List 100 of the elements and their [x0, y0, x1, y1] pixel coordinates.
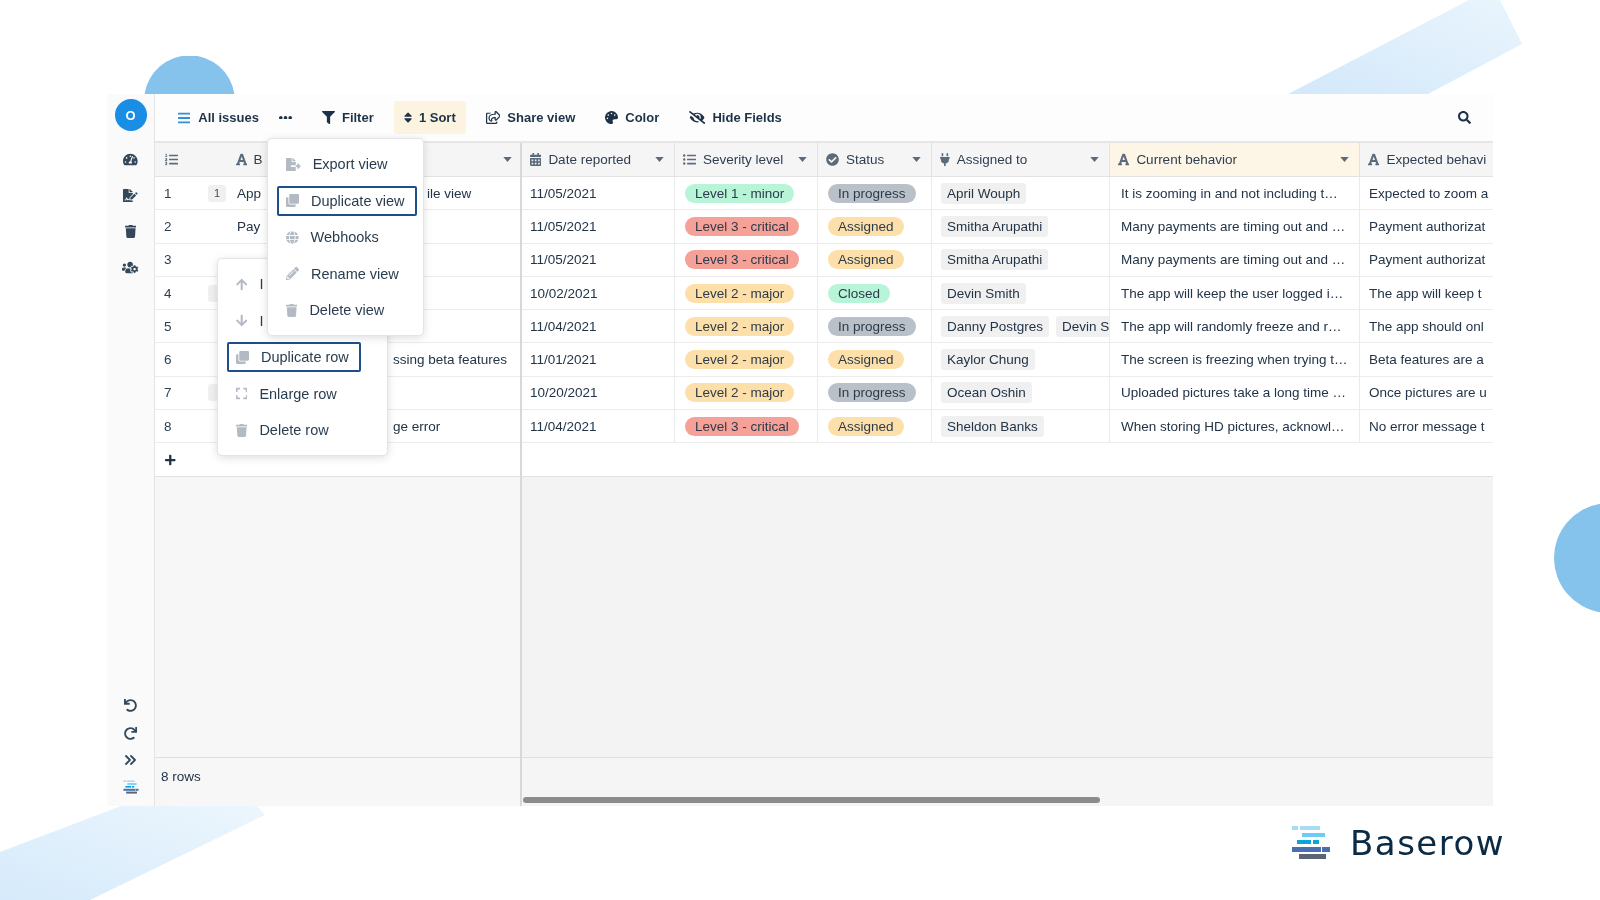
select-tag: Level 2 - major [685, 283, 795, 303]
avatar[interactable]: O [114, 99, 147, 131]
users-gear-icon[interactable] [122, 261, 139, 274]
select-tag: In progress [828, 183, 916, 203]
table-cell: 11/05/2021 [522, 177, 675, 210]
text-field-icon [1368, 153, 1380, 166]
table-cell: ile view [427, 185, 472, 201]
table-cell: Uploaded pictures take a long time … [1110, 376, 1360, 410]
linked-record-chip: Smitha Arupathi [941, 215, 1049, 237]
share-view-button[interactable]: Share view [475, 101, 586, 134]
table-cell: 11/05/2021 [522, 210, 675, 243]
table-cell: 11/04/2021 [522, 310, 675, 343]
table-cell: App [237, 185, 262, 201]
linked-record-chip: Danny Postgres [941, 315, 1050, 337]
table-cell-text: Beta features are a [1368, 351, 1485, 370]
trash-icon [286, 303, 298, 317]
menu-item[interactable]: Delete view [277, 295, 397, 325]
caret-icon[interactable] [798, 157, 807, 162]
more-icon[interactable] [278, 115, 292, 120]
select-tag: In progress [828, 316, 916, 336]
horizontal-scrollbar[interactable] [523, 797, 1100, 803]
menu-item[interactable]: Rename view [277, 258, 411, 289]
row-number: 4 [164, 285, 172, 301]
caret-icon[interactable] [655, 157, 664, 162]
select-tag: Closed [828, 283, 891, 303]
linked-record-chip: Smitha Arupathi [941, 249, 1049, 271]
logo-text: Baserow [1350, 825, 1506, 860]
arrow-down-icon [236, 314, 248, 327]
select-tag: Level 2 - major [685, 350, 795, 370]
arrow-up-icon [236, 277, 248, 291]
color-button[interactable]: Color [595, 101, 670, 134]
undo-icon[interactable] [124, 699, 137, 712]
table-cell-text: Payment authorizat [1368, 217, 1487, 236]
trash-icon [236, 423, 248, 437]
table-cell: The screen is freezing when trying t… [1110, 343, 1360, 376]
view-selector[interactable]: All issues [168, 101, 259, 134]
plus-icon[interactable] [165, 453, 176, 466]
select-tag: Assigned [828, 350, 904, 370]
table-cell: 10/02/2021 [522, 276, 675, 310]
double-chevron-icon[interactable] [125, 755, 136, 765]
list-icon [683, 153, 696, 166]
bars-icon [178, 110, 191, 125]
filter-button[interactable]: Filter [311, 101, 384, 134]
menu-item[interactable]: Export view [277, 149, 400, 179]
table-cell-text: The app will keep t [1368, 284, 1483, 303]
hide-fields-button[interactable]: Hide Fields [679, 101, 792, 134]
select-tag: Level 1 - minor [685, 183, 795, 203]
sort-button[interactable]: 1 Sort [393, 101, 466, 134]
select-tag: In progress [828, 383, 916, 403]
table-cell-text: Expected to zoom a [1368, 184, 1490, 203]
redo-icon[interactable] [124, 727, 137, 740]
text-field-icon [1118, 153, 1130, 166]
table-cell: 11/04/2021 [522, 410, 675, 443]
linked-record-chip: Ocean Oshin [941, 382, 1032, 404]
logo-icon [122, 780, 139, 794]
table-cell: 11/01/2021 [522, 343, 675, 376]
caret-icon[interactable] [1340, 157, 1349, 162]
select-tag: Level 2 - major [685, 316, 795, 336]
row-number: 5 [164, 318, 172, 334]
menu-item[interactable]: Webhooks [277, 222, 391, 252]
table-cell: 10/20/2021 [522, 376, 675, 410]
numbered-list-icon [165, 153, 178, 166]
row-number: 2 [164, 218, 172, 234]
eye-slash-icon [689, 111, 706, 124]
select-tag: Assigned [828, 216, 904, 236]
select-tag: Level 3 - critical [685, 250, 799, 270]
select-tag: Assigned [828, 250, 904, 270]
linked-record-chip: Devin Smith [941, 282, 1026, 304]
duplicate-icon [286, 194, 299, 207]
table-cell: Many payments are timing out and … [1110, 243, 1360, 276]
linked-record-chip: Devin S [1056, 315, 1109, 337]
gauge-icon[interactable] [123, 153, 138, 166]
trash-icon[interactable] [124, 225, 137, 238]
table-cell: Pay [237, 218, 261, 234]
column-header[interactable]: Current behavior [1110, 143, 1360, 176]
table-cell-text: No error message t [1368, 417, 1486, 436]
calendar-icon [530, 153, 542, 166]
table-cell-text: Payment authorizat [1368, 251, 1487, 270]
menu-item[interactable]: Duplicate row [227, 342, 361, 372]
row-number: 6 [164, 352, 172, 368]
menu-item[interactable]: Duplicate view [277, 185, 417, 216]
globe-icon [286, 230, 299, 244]
logo-icon [1291, 825, 1331, 860]
file-signature-icon[interactable] [123, 189, 138, 202]
row-number: 7 [164, 385, 172, 401]
menu-item[interactable]: Delete row [227, 415, 341, 445]
table-cell: ge error [393, 418, 441, 434]
table-cell: Many payments are timing out and … [1110, 210, 1360, 243]
search-icon[interactable] [1458, 111, 1471, 124]
select-tag: Level 3 - critical [685, 416, 799, 436]
caret-icon[interactable] [503, 157, 512, 162]
table-cell-text: The app should onl [1368, 317, 1485, 336]
row-number: 1 [164, 185, 172, 201]
linked-record-chip: Kaylor Chung [941, 349, 1035, 371]
table-cell: The app will randomly freeze and r… [1110, 310, 1360, 343]
caret-icon[interactable] [912, 157, 921, 162]
caret-icon[interactable] [1090, 157, 1099, 162]
linked-record-chip: Sheldon Banks [941, 415, 1044, 437]
menu-item[interactable]: Enlarge row [227, 378, 349, 409]
row-number: 8 [164, 418, 172, 434]
